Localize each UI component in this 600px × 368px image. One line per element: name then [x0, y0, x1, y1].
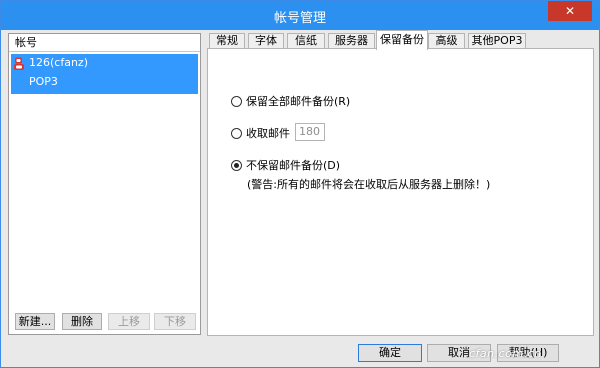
keep-all-radio[interactable]	[231, 96, 242, 107]
receive-count-input[interactable]: 180	[295, 123, 325, 141]
keep-all-label[interactable]: 保留全部邮件备份(R)	[246, 93, 350, 109]
tab-keep-backup[interactable]: 保留备份	[376, 30, 428, 50]
warning-text: (警告:所有的邮件将会在收取后从服务器上删除！)	[247, 178, 491, 191]
tab-stationery[interactable]: 信纸	[287, 33, 325, 49]
tab-font[interactable]: 字体	[248, 33, 284, 49]
account-list-header: 帐号	[9, 34, 200, 52]
receive-label[interactable]: 收取邮件	[246, 125, 290, 141]
move-up-button[interactable]: 上移	[108, 313, 150, 330]
account-name: 126(cfanz)	[29, 56, 88, 69]
ok-button[interactable]: 确定	[358, 344, 422, 362]
no-backup-label[interactable]: 不保留邮件备份(D)	[246, 157, 340, 173]
new-account-button[interactable]: 新建...	[15, 313, 55, 330]
tab-general[interactable]: 常规	[209, 33, 245, 49]
keep-backup-panel: 保留全部邮件备份(R) 收取邮件 180 不保留邮件备份(D) (警告:所有的邮…	[207, 48, 594, 336]
tab-server[interactable]: 服务器	[328, 33, 375, 49]
account-type: POP3	[29, 75, 58, 88]
move-down-button[interactable]: 下移	[154, 313, 196, 330]
tab-advanced[interactable]: 高级	[428, 33, 465, 49]
tab-other-pop3[interactable]: 其他POP3	[468, 33, 526, 49]
account-list: 帐号 126(cfanz) POP3	[8, 33, 201, 335]
receive-radio[interactable]	[231, 128, 242, 139]
window-title: 帐号管理	[273, 11, 326, 26]
no-backup-radio[interactable]	[231, 160, 242, 171]
watermark: cfan.com.cn	[469, 347, 542, 360]
title-bar[interactable]: 帐号管理 ✕	[1, 1, 599, 30]
close-button[interactable]: ✕	[548, 1, 592, 21]
account-manager-window: 帐号管理 ✕ 帐号 126(cfanz) POP3 新建... 删除 上移 下移…	[0, 0, 600, 368]
mailbox-icon	[14, 57, 24, 70]
delete-account-button[interactable]: 删除	[62, 313, 102, 330]
account-item-selected[interactable]: 126(cfanz) POP3	[11, 54, 198, 94]
